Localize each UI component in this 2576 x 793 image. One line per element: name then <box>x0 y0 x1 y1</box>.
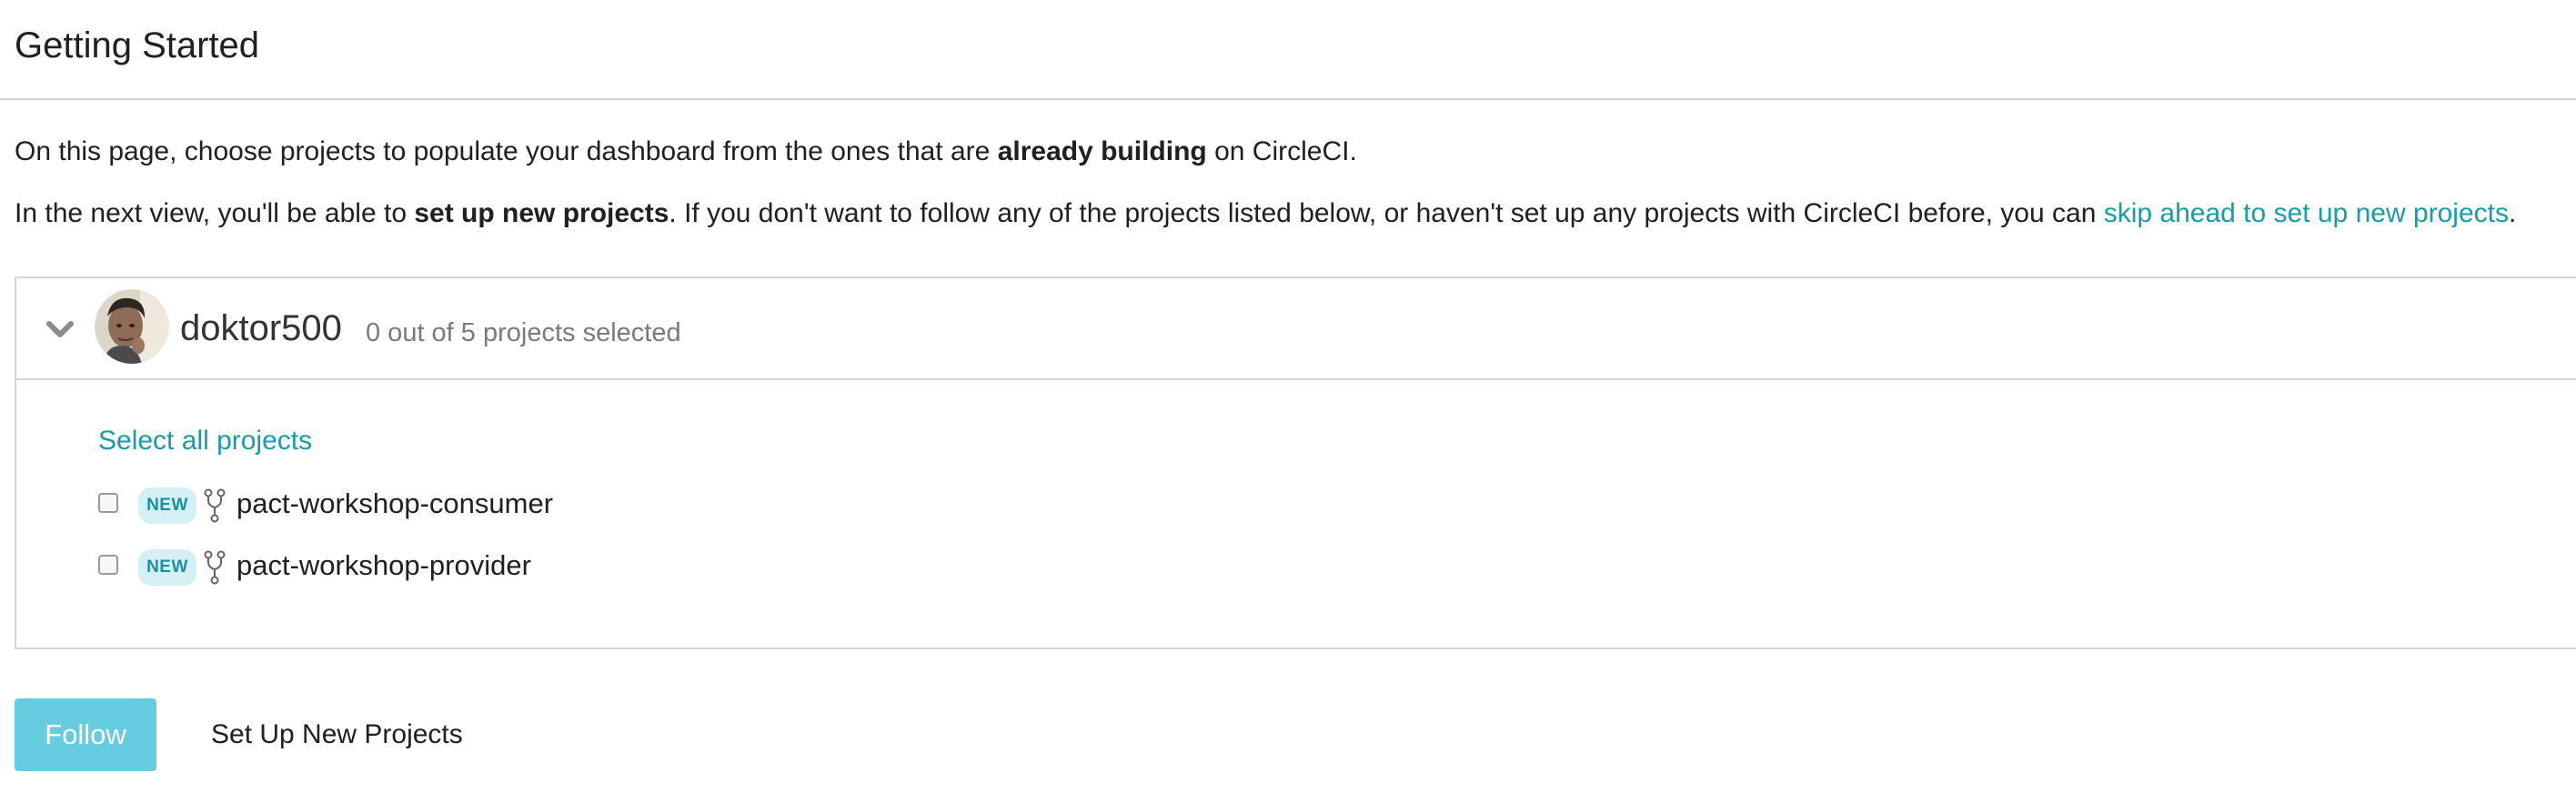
project-name[interactable]: pact-workshop-provider <box>236 546 531 586</box>
project-row[interactable]: NEW pact-workshop-consumer <box>98 484 917 526</box>
page-header: Getting Started <box>0 0 2576 100</box>
intro-text: On this page, choose projects to populat… <box>15 136 998 166</box>
intro-text: on CircleCI. <box>1206 136 1357 166</box>
set-up-new-projects-button[interactable]: Set Up New Projects <box>196 698 478 771</box>
org-header[interactable]: doktor500 0 out of 5 projects selected <box>16 278 2576 380</box>
org-projects-panel: doktor500 0 out of 5 projects selected S… <box>15 276 2576 649</box>
fork-icon <box>204 488 226 523</box>
intro-text: . If you don't want to follow any of the… <box>669 198 2104 228</box>
intro-text: In the next view, you'll be able to <box>15 198 415 228</box>
project-name[interactable]: pact-workshop-consumer <box>236 484 553 524</box>
selected-count-text: 0 out of 5 projects selected <box>366 318 681 347</box>
intro-paragraph-2: In the next view, you'll be able to set … <box>15 194 2516 234</box>
project-checkbox[interactable] <box>98 493 118 513</box>
intro-paragraph-1: On this page, choose projects to populat… <box>15 132 1357 172</box>
skip-ahead-link[interactable]: skip ahead to set up new projects <box>2104 198 2509 228</box>
intro-bold-text: set up new projects <box>414 198 669 228</box>
intro-text: . <box>2509 198 2517 228</box>
project-row[interactable]: NEW pact-workshop-provider <box>98 546 917 587</box>
select-all-projects-link[interactable]: Select all projects <box>98 422 312 460</box>
page-title: Getting Started <box>15 25 260 65</box>
fork-icon <box>204 550 226 585</box>
new-badge: NEW <box>138 549 196 586</box>
chevron-down-icon[interactable] <box>44 313 76 346</box>
org-name: doktor500 <box>180 308 342 348</box>
getting-started-page: Getting Started On this page, choose pro… <box>0 0 2576 793</box>
intro-bold-text: already building <box>997 136 1207 166</box>
avatar <box>95 289 169 364</box>
new-badge: NEW <box>138 487 196 524</box>
follow-button[interactable]: Follow <box>15 698 156 771</box>
project-checkbox[interactable] <box>98 555 118 575</box>
